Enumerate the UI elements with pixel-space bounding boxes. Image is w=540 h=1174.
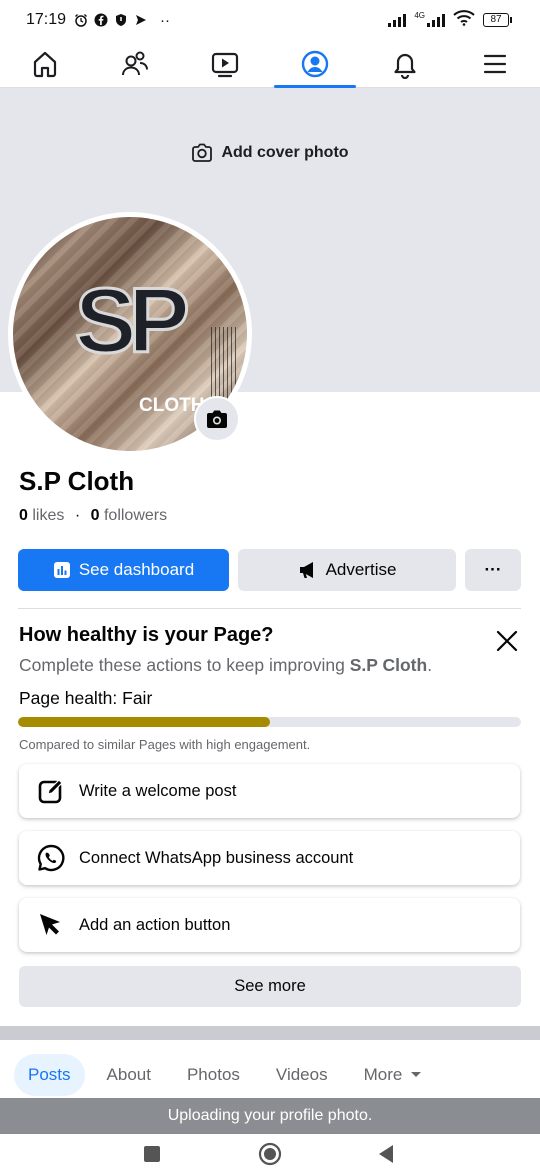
home-icon bbox=[33, 51, 57, 77]
tab-label: Videos bbox=[275, 1065, 328, 1084]
battery-icon: 87 bbox=[483, 13, 512, 27]
health-subtitle-prefix: Complete these actions to keep improving bbox=[19, 655, 350, 675]
dashboard-icon bbox=[53, 562, 70, 578]
back-triangle-icon bbox=[379, 1145, 393, 1163]
add-cover-photo-label: Add cover photo bbox=[221, 144, 349, 161]
system-navigation-bar bbox=[0, 1134, 540, 1174]
logo-text: SP bbox=[74, 270, 192, 372]
status-left: 17:19 ·· bbox=[26, 11, 170, 29]
followers-label[interactable]: followers bbox=[104, 507, 167, 524]
network-label: 4G bbox=[414, 11, 425, 20]
task-connect-whatsapp[interactable]: Connect WhatsApp business account bbox=[19, 831, 520, 885]
status-bar: 17:19 ·· 4G 87 bbox=[0, 0, 540, 40]
camera-icon bbox=[192, 143, 213, 162]
top-nav bbox=[0, 40, 540, 88]
caret-down-icon bbox=[411, 1072, 422, 1077]
toast-message: Uploading your profile photo. bbox=[167, 1107, 373, 1124]
cursor-icon bbox=[40, 914, 60, 935]
likes-label[interactable]: likes bbox=[32, 507, 64, 524]
facebook-notification-icon bbox=[94, 13, 108, 27]
page-tabs: Posts About Photos Videos More bbox=[14, 1054, 436, 1096]
megaphone-icon bbox=[299, 562, 313, 578]
more-options-label: ··· bbox=[484, 560, 502, 579]
menu-icon bbox=[483, 54, 507, 73]
tab-about[interactable]: About bbox=[93, 1054, 165, 1096]
tab-label: More bbox=[363, 1065, 403, 1084]
upload-toast: Uploading your profile photo. bbox=[0, 1098, 540, 1134]
close-health-button[interactable] bbox=[494, 628, 520, 654]
square-icon bbox=[144, 1146, 160, 1162]
health-subtitle-suffix: . bbox=[427, 655, 433, 675]
video-icon bbox=[211, 52, 239, 77]
nav-friends[interactable] bbox=[90, 40, 180, 87]
nav-home[interactable] bbox=[0, 40, 90, 87]
whatsapp-icon bbox=[37, 844, 65, 872]
task-label: Write a welcome post bbox=[79, 781, 237, 800]
recent-apps-button[interactable] bbox=[122, 1134, 182, 1174]
tab-videos[interactable]: Videos bbox=[262, 1054, 342, 1096]
task-welcome-post[interactable]: Write a welcome post bbox=[19, 764, 520, 818]
profile-icon bbox=[301, 50, 329, 77]
health-progress-fill bbox=[18, 717, 270, 727]
close-icon bbox=[496, 630, 518, 652]
health-title: How healthy is your Page? bbox=[19, 624, 274, 646]
see-dashboard-button[interactable]: See dashboard bbox=[18, 549, 229, 591]
likes-count: 0 bbox=[19, 507, 28, 524]
health-note: Compared to similar Pages with high enga… bbox=[19, 737, 311, 752]
status-overflow: ·· bbox=[160, 11, 171, 29]
tab-more[interactable]: More bbox=[350, 1054, 437, 1096]
health-status: Page health: Fair bbox=[19, 688, 153, 708]
page-actions: See dashboard Advertise ··· bbox=[18, 549, 521, 591]
task-label: Add an action button bbox=[79, 915, 231, 934]
send-notification-icon bbox=[134, 13, 148, 27]
edit-profile-picture-button[interactable] bbox=[194, 396, 240, 442]
tab-label: About bbox=[106, 1065, 151, 1084]
nav-profile[interactable] bbox=[270, 40, 360, 88]
back-button[interactable] bbox=[356, 1134, 416, 1174]
nav-menu[interactable] bbox=[450, 40, 540, 87]
followers-count: 0 bbox=[90, 507, 100, 524]
tab-posts[interactable]: Posts bbox=[14, 1054, 85, 1096]
status-right: 4G 87 bbox=[388, 10, 512, 30]
advertise-button[interactable]: Advertise bbox=[238, 549, 456, 591]
add-cover-photo-button[interactable]: Add cover photo bbox=[0, 143, 540, 163]
edit-icon bbox=[38, 779, 63, 804]
stats-separator: · bbox=[74, 507, 81, 524]
alarm-icon bbox=[74, 13, 88, 27]
wifi-icon bbox=[453, 10, 475, 30]
page-stats: 0 likes · 0 followers bbox=[19, 507, 167, 525]
see-dashboard-label: See dashboard bbox=[78, 560, 195, 579]
signal-icon bbox=[388, 13, 407, 27]
see-more-button[interactable]: See more bbox=[19, 966, 521, 1007]
section-separator bbox=[0, 1026, 540, 1040]
bell-icon bbox=[394, 53, 416, 79]
battery-level: 87 bbox=[483, 13, 509, 27]
signal-2-icon bbox=[427, 13, 445, 27]
see-more-label: See more bbox=[234, 977, 306, 995]
tab-label: Posts bbox=[28, 1065, 71, 1084]
friends-icon bbox=[122, 51, 148, 75]
advertise-label: Advertise bbox=[325, 560, 397, 579]
nav-notifications[interactable] bbox=[360, 40, 450, 87]
more-options-button[interactable]: ··· bbox=[465, 549, 521, 591]
shield-notification-icon bbox=[114, 13, 128, 27]
task-label: Connect WhatsApp business account bbox=[79, 848, 354, 867]
health-subtitle: Complete these actions to keep improving… bbox=[19, 655, 432, 676]
circle-icon bbox=[258, 1142, 282, 1166]
page-name: S.P Cloth bbox=[19, 466, 135, 496]
tab-photos[interactable]: Photos bbox=[173, 1054, 254, 1096]
tab-label: Photos bbox=[186, 1065, 240, 1084]
health-subtitle-page: S.P Cloth bbox=[349, 655, 428, 675]
task-add-action-button[interactable]: Add an action button bbox=[19, 898, 520, 952]
nav-video[interactable] bbox=[180, 40, 270, 87]
home-button[interactable] bbox=[240, 1134, 300, 1174]
divider bbox=[18, 608, 521, 609]
health-progress-bar bbox=[18, 717, 521, 727]
status-time: 17:19 bbox=[26, 11, 67, 28]
camera-icon bbox=[207, 410, 227, 428]
